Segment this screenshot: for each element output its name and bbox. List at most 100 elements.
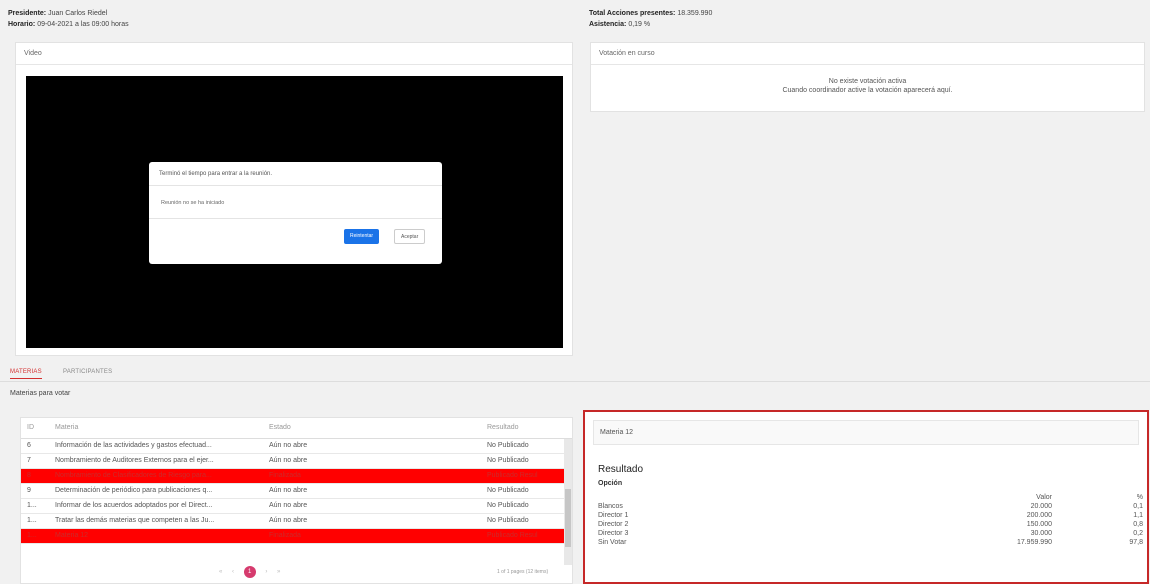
- acciones-value: 18.359.990: [677, 10, 713, 17]
- table-header-row: ID Materia Estado Resultado: [21, 418, 572, 439]
- table-row[interactable]: 1... Tratar las demás materias que compe…: [21, 513, 572, 529]
- resultado-materia-title: Materia 12: [600, 429, 634, 436]
- cell-resultado: No Publicado: [481, 513, 555, 529]
- resultado-opcion: Sin Votar: [598, 539, 627, 546]
- resultado-valor: 20.000: [1030, 503, 1052, 510]
- col-valor: Valor: [1036, 494, 1052, 501]
- cell-id: 6: [21, 438, 49, 454]
- presidente-line: Presidente: Juan Carlos Riedel: [8, 9, 107, 19]
- presidente-label: Presidente:: [8, 10, 47, 17]
- resultado-valor: 200.000: [1026, 512, 1052, 519]
- col-materia[interactable]: Materia: [49, 418, 263, 439]
- modal-footer: Reintentar Aceptar: [149, 218, 442, 263]
- cell-estado: Aún no abre: [263, 498, 481, 514]
- materias-title: Materias para votar: [10, 390, 71, 397]
- cell-resultado: No Publicado: [481, 438, 555, 454]
- table-scrollbar[interactable]: [564, 439, 572, 565]
- horario-value: 09-04-2021 a las 09:00 horas: [37, 21, 129, 28]
- cell-materia: Materia 12: [49, 528, 263, 544]
- table-row[interactable]: 7 Nombramiento de Auditores Externos par…: [21, 453, 572, 469]
- resultado-table: Valor % Blancos 20.000 0,1 Director 1 20…: [598, 493, 1143, 547]
- resultado-valor: 30.000: [1030, 530, 1052, 537]
- cell-id: 1...: [21, 513, 49, 529]
- retry-button[interactable]: Reintentar: [344, 229, 380, 244]
- resultado-pct: 0,1: [1133, 503, 1143, 510]
- pager-prev-icon[interactable]: ‹: [232, 569, 234, 575]
- col-pct: %: [1136, 494, 1143, 501]
- resultado-header-row: Valor %: [598, 493, 1143, 502]
- cell-materia: Informar de los acuerdos adoptados por e…: [49, 498, 263, 514]
- materias-table: ID Materia Estado Resultado 6 Informació…: [21, 418, 572, 544]
- asistencia-value: 0,19 %: [628, 21, 651, 28]
- col-id[interactable]: ID: [21, 418, 49, 439]
- resultado-row: Blancos 20.000 0,1: [598, 502, 1143, 511]
- cell-resultado: No Publicado: [481, 498, 555, 514]
- cell-materia: Tratar las demás materias que competen a…: [49, 513, 263, 529]
- resultado-row: Director 3 30.000 0,2: [598, 529, 1143, 538]
- resultado-valor: 150.000: [1026, 521, 1052, 528]
- horario-label: Horario:: [8, 21, 36, 28]
- resultado-pct: 0,8: [1133, 521, 1143, 528]
- pager-summary: 1 of 1 pages (12 items): [497, 569, 549, 575]
- tab-materias[interactable]: MATERIAS: [10, 369, 42, 379]
- table-row[interactable]: 9 Determinación de periódico para public…: [21, 483, 572, 499]
- asistencia-line: Asistencia: 0,19 %: [589, 20, 650, 30]
- pager-current-page[interactable]: 1: [243, 566, 256, 578]
- resultado-pct: 97,8: [1129, 539, 1143, 546]
- modal-body: Reunión no se ha iniciado: [161, 200, 225, 206]
- asistencia-label: Asistencia:: [589, 21, 627, 28]
- resultado-row: Director 1 200.000 1,1: [598, 511, 1143, 520]
- accept-button[interactable]: Aceptar: [394, 229, 426, 244]
- cell-materia: Información de las actividades y gastos …: [49, 438, 263, 454]
- cell-resultado: Publicado Resul: [481, 468, 555, 484]
- votacion-empty-line1: No existe votación activa: [828, 78, 907, 85]
- cell-estado: Aún no abre: [263, 513, 481, 529]
- table-row-highlighted[interactable]: 8 Nombramiento de Clasificadores de Ries…: [21, 468, 572, 484]
- tab-participantes[interactable]: PARTICIPANTES: [63, 369, 112, 375]
- resultado-panel: Materia 12 Resultado Opción Valor % Blan…: [583, 410, 1149, 584]
- resultado-pct: 0,2: [1133, 530, 1143, 537]
- resultado-opcion: Blancos: [598, 503, 623, 510]
- votacion-empty-line2: Cuando coordinador active la votación ap…: [782, 87, 953, 94]
- cell-materia: Nombramiento de Auditores Externos para …: [49, 453, 263, 469]
- col-resultado[interactable]: Resultado: [481, 418, 555, 439]
- resultado-row: Director 2 150.000 0,8: [598, 520, 1143, 529]
- votacion-panel: Votación en curso No existe votación act…: [590, 42, 1145, 112]
- acciones-line: Total Acciones presentes: 18.359.990: [589, 9, 712, 19]
- resultado-header-box: Materia 12: [593, 420, 1139, 445]
- presidente-value: Juan Carlos Riedel: [48, 10, 108, 17]
- cell-id: 1...: [21, 528, 49, 544]
- video-panel-title: Video: [16, 43, 572, 65]
- cell-resultado: Publicado Resul: [481, 528, 555, 544]
- horario-line: Horario: 09-04-2021 a las 09:00 horas: [8, 20, 129, 30]
- cell-estado: Aún no abre: [263, 453, 481, 469]
- resultado-row: Sin Votar 17.959.990 97,8: [598, 538, 1143, 547]
- resultado-valor: 17.959.990: [1016, 539, 1052, 546]
- cell-materia: Nombramiento de Clasificadores de Riesgo…: [49, 468, 263, 484]
- cell-resultado: No Publicado: [481, 453, 555, 469]
- table-row-highlighted[interactable]: 1... Materia 12 Finalizada Publicado Res…: [21, 528, 572, 544]
- resultado-pct: 1,1: [1133, 512, 1143, 519]
- pager-first-icon[interactable]: «: [219, 569, 222, 575]
- table-row[interactable]: 1... Informar de los acuerdos adoptados …: [21, 498, 572, 514]
- cell-resultado: No Publicado: [481, 483, 555, 499]
- table-row[interactable]: 6 Información de las actividades y gasto…: [21, 438, 572, 454]
- cell-id: 9: [21, 483, 49, 499]
- resultado-opcion: Director 3: [598, 530, 629, 537]
- cell-estado: Finalizada: [263, 528, 481, 544]
- col-estado[interactable]: Estado: [263, 418, 481, 439]
- modal-title: Terminó el tiempo para entrar a la reuni…: [149, 162, 442, 186]
- cell-estado: Aún no abre: [263, 438, 481, 454]
- resultado-table-wrap: Valor % Blancos 20.000 0,1 Director 1 20…: [598, 493, 1143, 547]
- cell-materia: Determinación de periódico para publicac…: [49, 483, 263, 499]
- acciones-label: Total Acciones presentes:: [589, 10, 676, 17]
- cell-id: 1...: [21, 498, 49, 514]
- materias-table-panel: ID Materia Estado Resultado 6 Informació…: [20, 417, 573, 584]
- timeout-modal: Terminó el tiempo para entrar a la reuni…: [149, 162, 442, 264]
- cell-id: 8: [21, 468, 49, 484]
- scrollbar-thumb[interactable]: [565, 489, 571, 547]
- pager-last-icon[interactable]: »: [277, 569, 280, 575]
- pager: « ‹ 1 › »: [219, 566, 280, 578]
- tabs-divider: [0, 381, 1150, 382]
- pager-next-icon[interactable]: ›: [265, 569, 267, 575]
